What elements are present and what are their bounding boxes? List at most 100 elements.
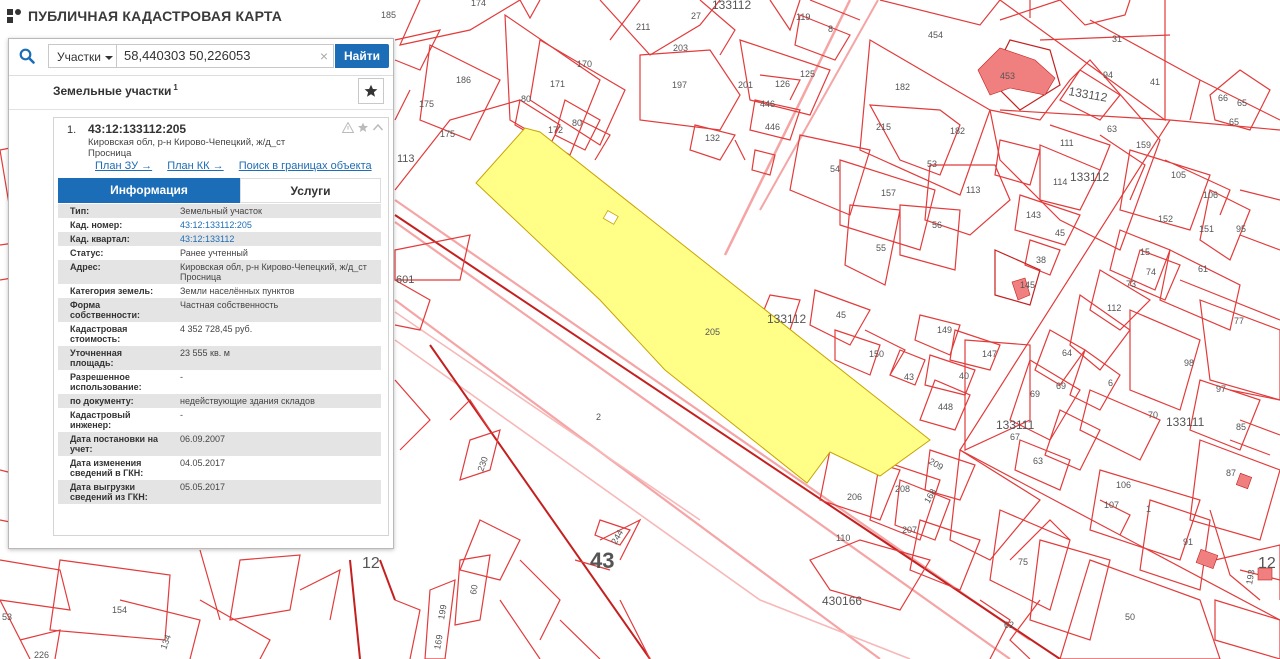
info-value: Кировская обл, р-н Кирово-Чепецкий, ж/д_… [168, 260, 381, 284]
parcel-number-label: 107 [1104, 500, 1119, 510]
results-count: 1 [173, 83, 178, 92]
parcel-number-label: 430166 [822, 594, 862, 608]
parcel-number-label: 75 [1018, 557, 1028, 567]
parcel-number-label: 1 [1146, 504, 1151, 514]
parcel-number-label: 151 [1199, 224, 1214, 234]
parcel-number-label: 215 [876, 122, 891, 132]
info-row: Уточненная площадь: 23 555 кв. м [58, 346, 381, 370]
star-icon[interactable] [357, 122, 369, 133]
search-icon[interactable] [9, 39, 45, 73]
parcel-number-label: 113 [397, 153, 415, 165]
app-header: ПУБЛИЧНАЯ КАДАСТРОВАЯ КАРТА [6, 5, 282, 27]
parcel-number-label: 601 [396, 274, 414, 286]
parcel-number-label: 77 [1234, 316, 1244, 326]
parcel-number-label: 145 [1020, 280, 1035, 290]
parcel-number-label: 126 [775, 79, 790, 89]
parcel-number-label: 55 [876, 243, 886, 253]
parcel-number-label: 95 [1236, 224, 1246, 234]
link-plan-zu[interactable]: План ЗУ → [95, 160, 152, 172]
result-cad-number[interactable]: 43:12:133112:205 [88, 122, 186, 136]
search-bar: Участки 58,440303 50,226053 × Найти [9, 39, 393, 76]
selected-parcel-205[interactable] [475, 127, 931, 484]
favorites-button[interactable] [358, 78, 384, 104]
parcel-number-label: 454 [928, 30, 943, 40]
search-type-label: Участки [57, 50, 101, 64]
parcel-number-label: 175 [440, 129, 455, 139]
parcel-number-label: 50 [1125, 612, 1135, 622]
logo-icon [7, 9, 21, 23]
parcel-number-label: 133111 [1166, 415, 1205, 429]
parcel-number-label: 69 [1056, 381, 1066, 391]
info-key: Кад. квартал: [58, 232, 168, 246]
link-plan-kk[interactable]: План КК → [167, 160, 223, 172]
info-key: Уточненная площадь: [58, 346, 168, 370]
parcel-number-label: 114 [1053, 177, 1067, 187]
warning-icon[interactable] [342, 122, 354, 133]
info-value: Земельный участок [168, 204, 381, 218]
info-row: Кад. номер: 43:12:133112:205 [58, 218, 381, 232]
parcel-number-label: 182 [950, 126, 965, 136]
find-button[interactable]: Найти [335, 44, 389, 68]
parcel-number-label: 133111 [996, 418, 1035, 432]
info-row: Адрес: Кировская обл, р-н Кирово-Чепецкий… [58, 260, 381, 284]
parcel-number-label: 226 [34, 650, 49, 659]
parcel-number-label: 38 [1036, 255, 1046, 265]
parcel-number-label: 63 [1033, 456, 1043, 466]
parcel-number-label: 65 [1237, 98, 1247, 108]
info-value: 05.05.2017 [168, 480, 381, 504]
parcel-number-label: 41 [1150, 77, 1160, 87]
parcel-number-label: 65 [1229, 117, 1239, 127]
info-key: Дата постановки на учет: [58, 432, 168, 456]
parcel-number-label: 43 [904, 372, 914, 382]
chevron-up-icon[interactable] [372, 122, 384, 133]
search-type-select[interactable]: Участки [48, 44, 116, 68]
clear-icon[interactable]: × [320, 45, 328, 67]
card-tabs: Информация Услуги [58, 178, 381, 203]
parcel-number-label: 31 [1112, 34, 1122, 44]
parcel-number-label: 113 [966, 185, 980, 195]
tab-services[interactable]: Услуги [240, 178, 381, 203]
parcel-number-label: 12 [1258, 555, 1276, 572]
parcel-number-label: 8 [828, 24, 833, 34]
info-value[interactable]: 43:12:133112 [168, 232, 381, 246]
parcel-number-label: 133112 [1067, 84, 1108, 105]
info-row: Кадастровый инженер: - [58, 408, 381, 432]
search-input[interactable]: 58,440303 50,226053 × [116, 44, 334, 68]
parcel-number-label: 244 [609, 528, 625, 546]
parcel-number-label: 87 [1226, 468, 1236, 478]
parcel-number-label: 112 [1107, 303, 1121, 313]
parcel-number-label: 111 [1060, 138, 1074, 148]
info-row: Категория земель: Земли населённых пункто… [58, 284, 381, 298]
parcel-number-label: 27 [691, 11, 701, 21]
parcel-number-label: 94 [1103, 70, 1113, 80]
parcel-number-label: 74 [1146, 267, 1156, 277]
info-value: недействующие здания складов [168, 394, 381, 408]
parcel-number-label: 69 [1030, 389, 1040, 399]
parcel-number-label: 53 [2, 612, 12, 622]
parcel-number-label: 105 [1171, 170, 1186, 180]
info-row: Кад. квартал: 43:12:133112 [58, 232, 381, 246]
parcel-number-label: 208 [895, 484, 910, 494]
tab-info[interactable]: Информация [58, 178, 240, 203]
parcel-number-label: 45 [836, 310, 846, 320]
parcel-number-label: 56 [932, 220, 942, 230]
parcel-number-label: 12 [362, 555, 380, 572]
parcel-number-label: 182 [895, 82, 910, 92]
parcel-number-label: 66 [1218, 93, 1228, 103]
parcel-number-label: 446 [760, 99, 775, 109]
info-value: Земли населённых пунктов [180, 286, 295, 296]
info-key: Категория земель: [70, 286, 154, 296]
parcel-number-label: 154 [112, 605, 127, 615]
parcel-number-label: 203 [673, 43, 688, 53]
info-value[interactable]: 43:12:133112:205 [168, 218, 381, 232]
parcel-number-label: 43 [590, 548, 614, 573]
parcel-number-label: 133112 [767, 312, 806, 326]
parcel-number-label: 70 [1148, 410, 1158, 420]
parcel-number-label: 133112 [1070, 170, 1109, 184]
parcel-number-label: 54 [830, 164, 840, 174]
parcel-number-label: 206 [847, 492, 862, 502]
star-icon [364, 84, 378, 97]
parcel-number-label: 85 [1236, 422, 1246, 432]
parcel-number-label: 149 [937, 325, 952, 335]
parcel-number-label: 172 [548, 125, 563, 135]
